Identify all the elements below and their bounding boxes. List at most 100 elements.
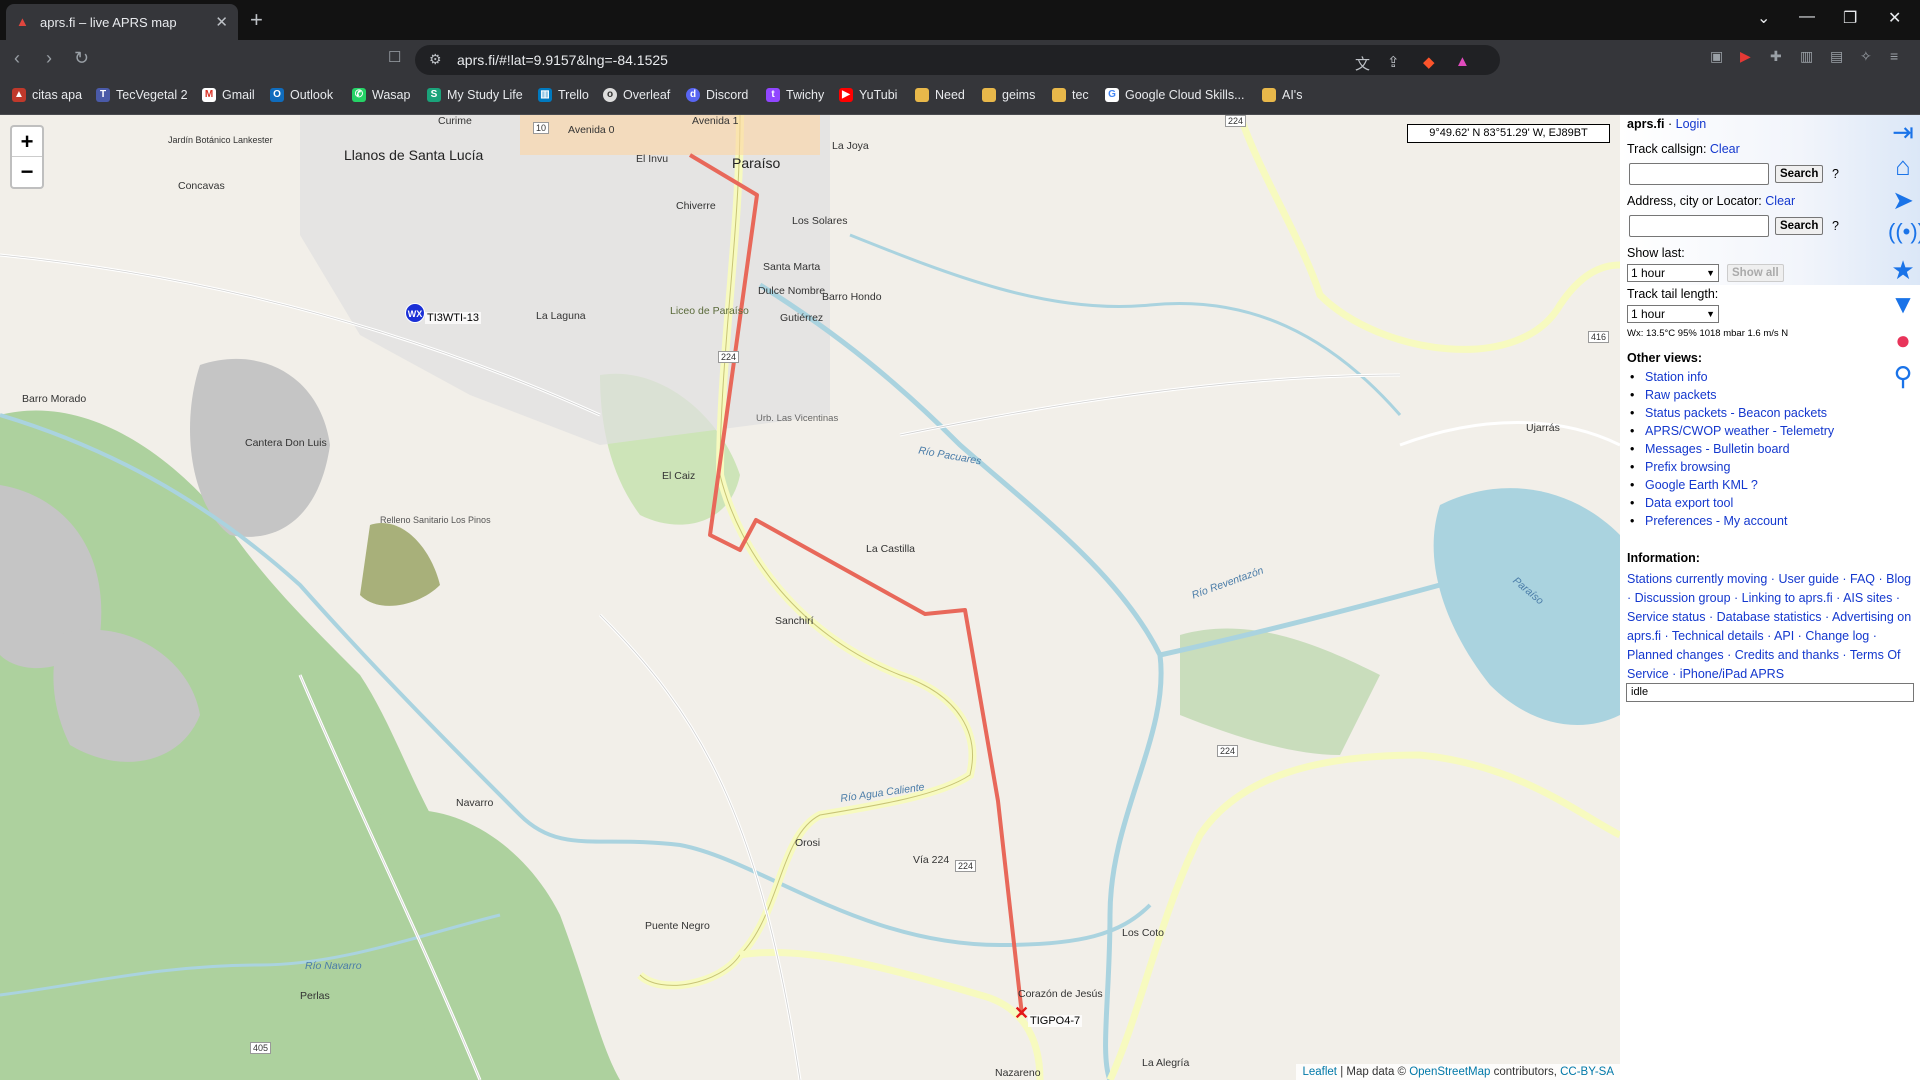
tail-length-label: Track tail length:: [1627, 287, 1719, 301]
license-link[interactable]: CC-BY-SA: [1560, 1066, 1614, 1078]
zoom-out-button[interactable]: −: [12, 157, 42, 187]
reload-icon[interactable]: ↻: [74, 48, 89, 69]
bookmark-wasap[interactable]: ✆ Wasap: [352, 88, 410, 102]
view-link[interactable]: Prefix browsing: [1627, 458, 1834, 476]
view-link[interactable]: Preferences - My account: [1627, 512, 1834, 530]
search-callsign-button[interactable]: Search: [1775, 165, 1824, 183]
login-link[interactable]: Login: [1676, 117, 1707, 131]
overleaf-icon: o: [603, 88, 617, 102]
home-icon[interactable]: ⌂: [1888, 151, 1918, 182]
collapse-panel-icon[interactable]: ⇥: [1888, 117, 1918, 148]
bookmark-yutubi[interactable]: ▶ YuTubi: [839, 88, 897, 102]
address-input[interactable]: [1629, 215, 1769, 237]
weather-station-icon[interactable]: WX: [405, 303, 425, 323]
callsign-input[interactable]: [1629, 163, 1769, 185]
chevron-down-icon: ▼: [1706, 268, 1715, 278]
browser-chrome: ▲ aprs.fi – live APRS map ✕ + ⌄ — ❐ ✕ ‹ …: [0, 0, 1920, 115]
bookmark-folder-ais[interactable]: ▬ AI's: [1262, 88, 1302, 102]
tab-search-icon[interactable]: ⌄: [1757, 8, 1770, 28]
view-link[interactable]: Data export tool: [1627, 494, 1834, 512]
extensions-icon[interactable]: ✚: [1770, 48, 1782, 65]
clear-address-link[interactable]: Clear: [1765, 194, 1795, 208]
clear-callsign-link[interactable]: Clear: [1710, 142, 1740, 156]
bookmark-outlook[interactable]: O Outlook: [270, 88, 333, 102]
place-label: Orosi: [795, 837, 821, 849]
share-icon[interactable]: ⇪: [1387, 53, 1400, 71]
bookmark-tecvegetal[interactable]: T TecVegetal 2: [96, 88, 188, 102]
bookmarks-bar: ▲ citas apa T TecVegetal 2 M Gmail O Outlook…: [0, 80, 1920, 115]
road-via-224: [1106, 751, 1620, 1080]
close-tab-icon[interactable]: ✕: [215, 13, 228, 31]
map-canvas[interactable]: + − 9°49.62' N 83°51.29' W, EJ89BT WX TI…: [0, 115, 1620, 1080]
bookmark-folder-tec[interactable]: ▬ tec: [1052, 88, 1089, 102]
bookmark-overleaf[interactable]: o Overleaf: [603, 88, 670, 102]
view-link[interactable]: Raw packets: [1627, 386, 1834, 404]
youtube-icon: ▶: [839, 88, 853, 102]
bookmark-gmail[interactable]: M Gmail: [202, 88, 255, 102]
address-bar[interactable]: ⚙ aprs.fi/#!lat=9.9157&lng=-84.1525 文 ⇪ …: [415, 45, 1500, 75]
place-label: Concavas: [178, 180, 225, 192]
place-label: Chiverre: [676, 200, 716, 212]
filter-icon[interactable]: ▼: [1888, 289, 1918, 320]
search-address-button[interactable]: Search: [1775, 217, 1824, 235]
leaflet-link[interactable]: Leaflet: [1302, 1066, 1337, 1078]
bookmark-my-study-life[interactable]: S My Study Life: [427, 88, 523, 102]
wallet-icon[interactable]: ▤: [1830, 48, 1843, 65]
new-tab-icon[interactable]: +: [250, 7, 263, 33]
bookmark-folder-need[interactable]: ▬ Need: [915, 88, 965, 102]
screenshot-icon[interactable]: ▣: [1710, 48, 1723, 65]
information-links[interactable]: Stations currently moving · User guide ·…: [1627, 570, 1917, 684]
bookmark-icon[interactable]: ☐: [388, 48, 401, 66]
brave-rewards-icon[interactable]: ▲: [1455, 53, 1470, 70]
close-window-icon[interactable]: ✕: [1888, 8, 1901, 28]
whatsapp-icon: ✆: [352, 88, 366, 102]
map-tiles: [0, 115, 1620, 1080]
show-last-select[interactable]: 1 hour ▼: [1627, 264, 1719, 282]
site-info-icon[interactable]: ⚙: [429, 51, 442, 68]
star-icon[interactable]: ★: [1888, 255, 1918, 286]
folder-icon: ▬: [1052, 88, 1066, 102]
place-label: Barro Morado: [22, 393, 87, 405]
view-link[interactable]: Messages - Bulletin board: [1627, 440, 1834, 458]
brave-shields-icon[interactable]: ◆: [1423, 53, 1435, 71]
bookmark-citas-apa[interactable]: ▲ citas apa: [12, 88, 82, 102]
minimize-icon[interactable]: —: [1799, 8, 1815, 26]
person-icon[interactable]: ⚲: [1888, 361, 1918, 392]
restore-icon[interactable]: ❐: [1843, 8, 1857, 28]
callsign-help-link[interactable]: ?: [1832, 167, 1839, 181]
road-shield: 224: [955, 860, 977, 872]
leo-icon[interactable]: ✧: [1860, 48, 1872, 65]
show-all-button[interactable]: Show all: [1727, 264, 1784, 282]
zoom-in-button[interactable]: +: [12, 127, 42, 157]
study-icon: S: [427, 88, 441, 102]
view-link[interactable]: Google Earth KML ?: [1627, 476, 1834, 494]
layers-icon[interactable]: ●: [1888, 325, 1918, 356]
wx-station-label[interactable]: TI3WTI-13: [425, 312, 481, 324]
view-link[interactable]: Status packets - Beacon packets: [1627, 404, 1834, 422]
back-icon[interactable]: ‹: [14, 48, 20, 69]
translate-icon[interactable]: 文: [1355, 53, 1370, 74]
menu-icon[interactable]: ≡: [1890, 48, 1898, 64]
tail-length-select[interactable]: 1 hour ▼: [1627, 305, 1719, 323]
status-box: idle: [1626, 683, 1914, 702]
osm-link[interactable]: OpenStreetMap: [1409, 1066, 1490, 1078]
bookmark-trello[interactable]: ▥ Trello: [538, 88, 589, 102]
browser-tab[interactable]: ▲ aprs.fi – live APRS map ✕: [6, 4, 238, 40]
bookmark-discord[interactable]: d Discord: [686, 88, 748, 102]
view-link[interactable]: Station info: [1627, 368, 1834, 386]
bookmark-folder-geims[interactable]: ▬ geims: [982, 88, 1035, 102]
antenna-icon[interactable]: ((•)): [1888, 219, 1920, 245]
forward-icon[interactable]: ›: [46, 48, 52, 69]
aprs-favicon-icon: ▲: [16, 14, 29, 29]
sidebar-icon[interactable]: ▥: [1800, 48, 1813, 65]
view-link[interactable]: APRS/CWOP weather - Telemetry: [1627, 422, 1834, 440]
mobile-station-icon[interactable]: ✕: [1014, 1003, 1029, 1024]
youtube-ext-icon[interactable]: ▶: [1740, 48, 1751, 65]
send-icon[interactable]: ➤: [1888, 185, 1918, 216]
road-shield: 224: [718, 351, 740, 363]
bookmark-twichy[interactable]: t Twichy: [766, 88, 824, 102]
bookmark-google-cloud[interactable]: G Google Cloud Skills...: [1105, 88, 1245, 102]
address-help-link[interactable]: ?: [1832, 219, 1839, 233]
lake: [1433, 488, 1620, 725]
mobile-station-label[interactable]: TIGPO4-7: [1028, 1015, 1083, 1027]
